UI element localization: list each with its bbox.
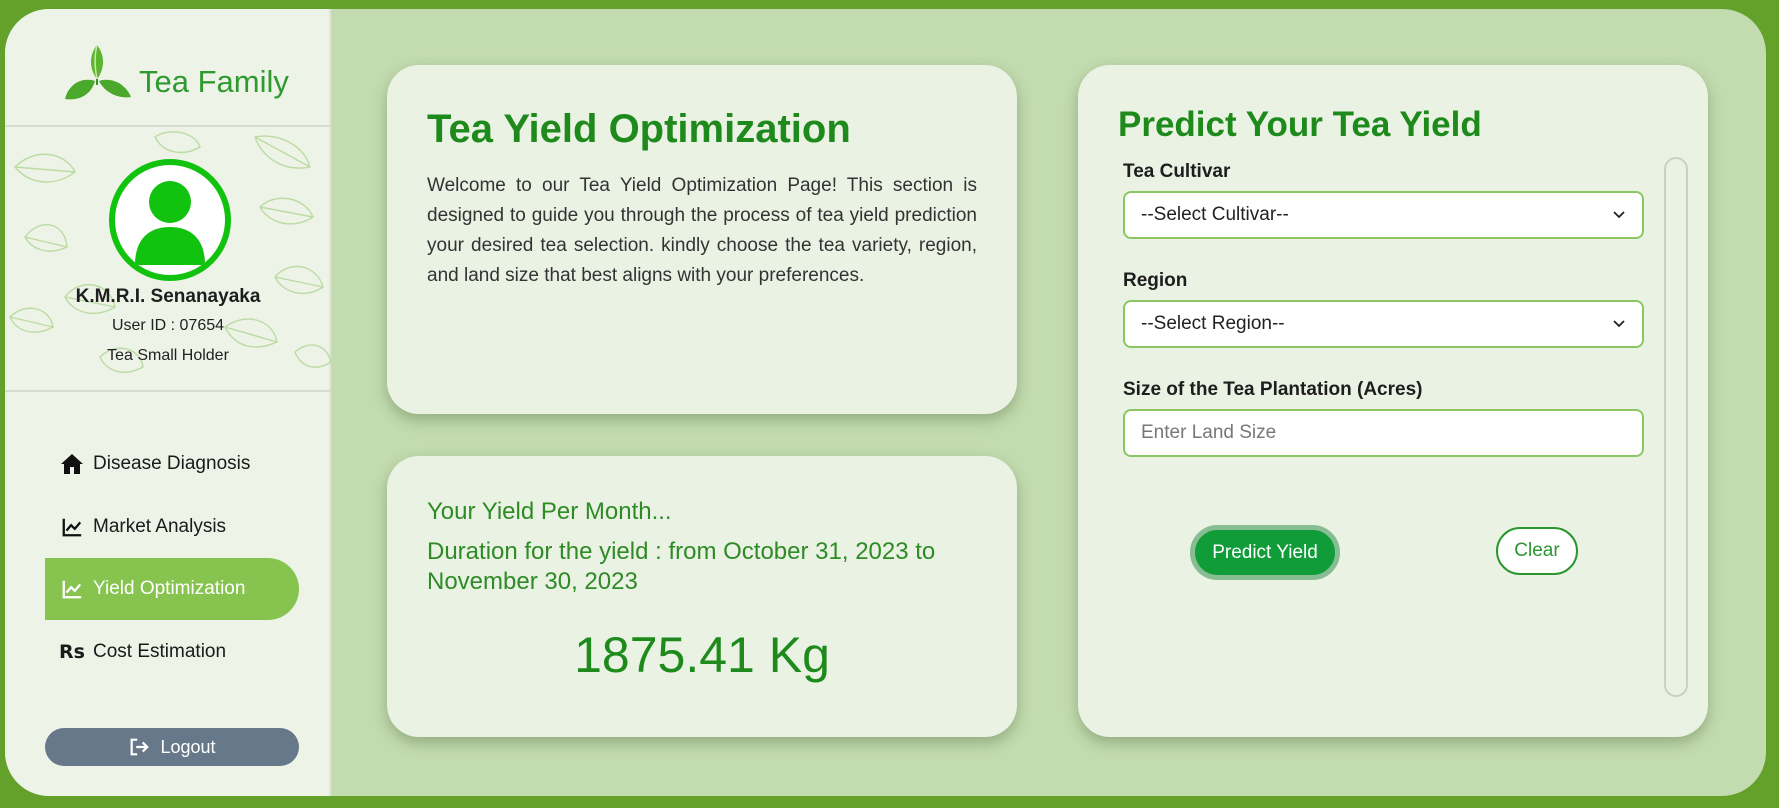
nav-item-label: Cost Estimation xyxy=(93,641,227,662)
cultivar-select[interactable]: --Select Cultivar-- xyxy=(1123,191,1644,239)
user-role: Tea Small Holder xyxy=(107,347,229,364)
chart-line-icon xyxy=(55,516,89,538)
logout-icon xyxy=(131,738,150,756)
land-size-label: Size of the Tea Plantation (Acres) xyxy=(1123,379,1423,400)
cultivar-label: Tea Cultivar xyxy=(1123,161,1231,182)
nav-item-yield-optimization[interactable]: Yield Optimization xyxy=(45,558,299,620)
user-avatar xyxy=(109,159,231,281)
intro-card: Tea Yield Optimization Welcome to our Te… xyxy=(387,65,1017,414)
nav-item-market-analysis[interactable]: Market Analysis xyxy=(45,496,299,558)
nav-item-label: Disease Diagnosis xyxy=(93,453,251,474)
form-title: Predict Your Tea Yield xyxy=(1118,105,1482,144)
chevron-down-icon xyxy=(1613,211,1625,219)
tea-leaf-logo-icon xyxy=(65,44,131,100)
predict-yield-button[interactable]: Predict Yield xyxy=(1190,525,1340,580)
region-selected-value: --Select Region-- xyxy=(1141,313,1285,334)
region-label: Region xyxy=(1123,270,1188,291)
nav-item-label: Yield Optimization xyxy=(93,578,246,599)
chart-line-icon xyxy=(55,578,89,600)
sidebar: Tea Family K.M.R.I. Senanayaka User ID:… xyxy=(5,9,331,796)
logout-label: Logout xyxy=(160,736,216,757)
home-icon xyxy=(55,452,89,476)
region-select[interactable]: --Select Region-- xyxy=(1123,300,1644,348)
page-title: Tea Yield Optimization xyxy=(427,107,851,151)
rupee-icon: Rs xyxy=(59,641,85,663)
chevron-down-icon xyxy=(1613,320,1625,328)
user-name: K.M.R.I. Senanayaka xyxy=(75,286,261,307)
profile-panel: K.M.R.I. Senanayaka User ID : 07654 Tea … xyxy=(5,127,331,397)
nav-item-cost-estimation[interactable]: Rs Cost Estimation xyxy=(45,621,299,683)
intro-description: Welcome to our Tea Yield Optimization Pa… xyxy=(427,175,977,286)
clear-button[interactable]: Clear xyxy=(1496,527,1578,575)
brand-name: Tea Family xyxy=(139,64,289,99)
nav-item-disease-diagnosis[interactable]: Disease Diagnosis xyxy=(45,433,299,495)
result-duration: Duration for the yield : from October 31… xyxy=(427,538,936,595)
sidebar-divider xyxy=(5,390,331,392)
prediction-form-card: Predict Your Tea Yield Tea Cultivar --Se… xyxy=(1078,65,1708,737)
brand[interactable]: Tea Family xyxy=(63,41,303,115)
result-card: Your Yield Per Month... Duration for the… xyxy=(387,456,1017,737)
app-frame: Tea Family K.M.R.I. Senanayaka User ID:… xyxy=(5,9,1766,796)
form-scrollbar[interactable] xyxy=(1664,157,1688,697)
logout-button[interactable]: Logout xyxy=(45,728,299,766)
land-size-input[interactable] xyxy=(1123,409,1644,457)
nav-item-label: Market Analysis xyxy=(93,516,227,537)
user-avatar-icon xyxy=(135,181,205,265)
cultivar-selected-value: --Select Cultivar-- xyxy=(1141,204,1289,225)
result-heading: Your Yield Per Month... xyxy=(427,498,672,525)
user-id: User ID : 07654 xyxy=(111,317,225,334)
yield-value: 1875.41 Kg xyxy=(574,627,830,683)
